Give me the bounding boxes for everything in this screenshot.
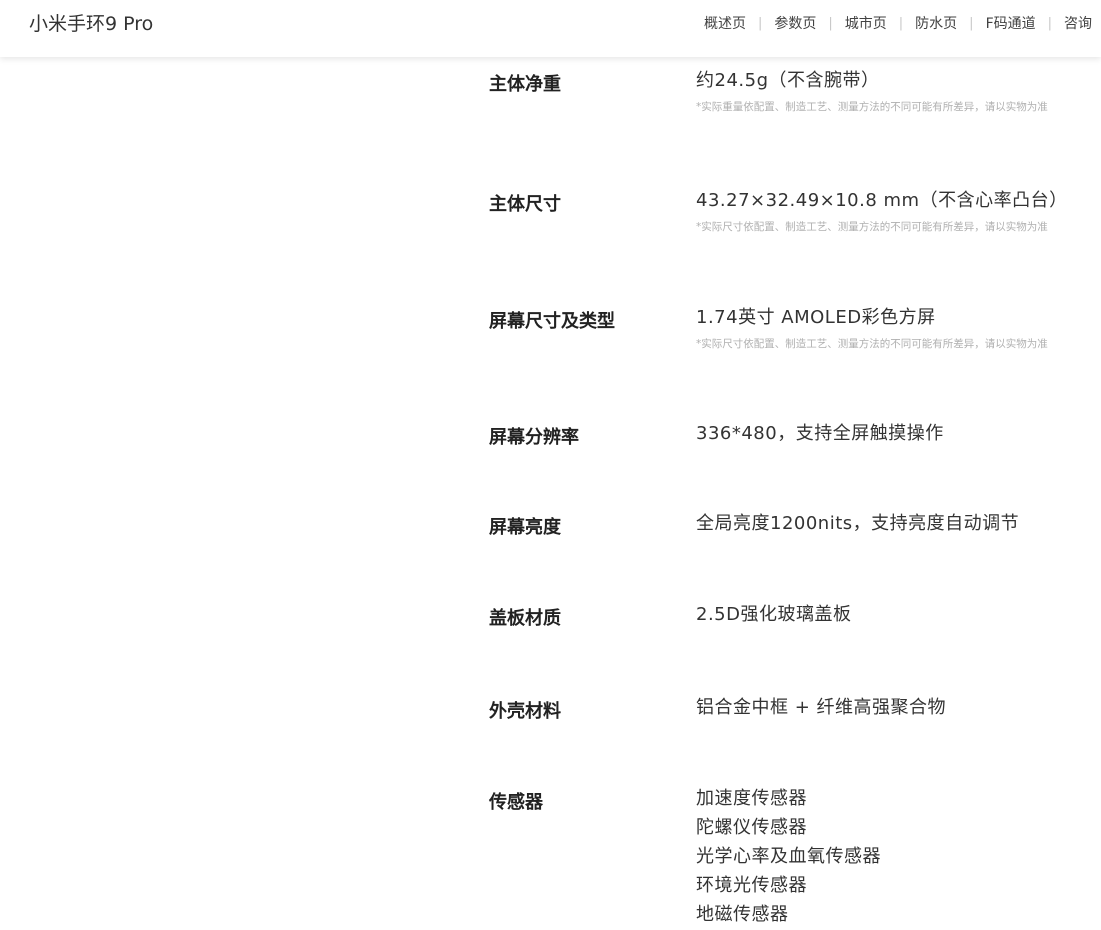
spec-values: 43.27×32.49×10.8 mm（不含心率凸台） *实际尺寸依配置、制造工… xyxy=(696,190,1068,234)
spec-value: 地磁传感器 xyxy=(696,904,789,925)
nav-separator: | xyxy=(758,15,763,31)
top-nav: 概述页 | 参数页 | 城市页 | 防水页 | F码通道 | 咨询 xyxy=(704,13,1092,33)
spec-label: 屏幕分辨率 xyxy=(489,427,579,448)
nav-item-consult[interactable]: 咨询 xyxy=(1064,13,1092,33)
spec-note: *实际重量依配置、制造工艺、测量方法的不同可能有所差异，请以实物为准 xyxy=(696,101,1048,113)
spec-value: 光学心率及血氧传感器 xyxy=(696,846,881,867)
nav-separator: | xyxy=(1047,15,1053,31)
nav-item-fcode[interactable]: F码通道 xyxy=(986,13,1036,33)
nav-item-specs[interactable]: 参数页 xyxy=(774,13,816,33)
spec-label: 外壳材料 xyxy=(489,701,561,722)
spec-label: 主体尺寸 xyxy=(489,194,561,215)
nav-separator: | xyxy=(898,15,904,31)
spec-note: *实际尺寸依配置、制造工艺、测量方法的不同可能有所差异，请以实物为准 xyxy=(696,221,1048,233)
spec-label: 主体净重 xyxy=(489,74,561,95)
spec-label: 屏幕亮度 xyxy=(489,517,561,538)
spec-value: 全局亮度1200nits，支持亮度自动调节 xyxy=(696,513,1020,534)
nav-item-city[interactable]: 城市页 xyxy=(845,13,887,33)
spec-value: 陀螺仪传感器 xyxy=(696,817,807,838)
spec-value: 加速度传感器 xyxy=(696,788,807,809)
spec-values: 加速度传感器 陀螺仪传感器 光学心率及血氧传感器 环境光传感器 地磁传感器 xyxy=(696,788,881,929)
spec-values: 336*480，支持全屏触摸操作 xyxy=(696,423,944,448)
spec-values: 2.5D强化玻璃盖板 xyxy=(696,604,852,629)
spec-value: 环境光传感器 xyxy=(696,875,807,896)
nav-item-waterproof[interactable]: 防水页 xyxy=(915,13,957,33)
spec-label: 传感器 xyxy=(489,792,543,813)
spec-label: 屏幕尺寸及类型 xyxy=(489,311,615,332)
spec-values: 约24.5g（不含腕带） *实际重量依配置、制造工艺、测量方法的不同可能有所差异… xyxy=(696,70,1048,114)
spec-values: 全局亮度1200nits，支持亮度自动调节 xyxy=(696,513,1019,538)
spec-value: 2.5D强化玻璃盖板 xyxy=(696,604,852,625)
nav-separator: | xyxy=(969,15,974,31)
spec-note: *实际尺寸依配置、制造工艺、测量方法的不同可能有所差异，请以实物为准 xyxy=(696,338,1048,350)
spec-value: 约24.5g（不含腕带） xyxy=(696,70,880,91)
brand-title[interactable]: 小米手环9 Pro xyxy=(29,9,153,36)
spec-label: 盖板材质 xyxy=(489,608,561,629)
nav-separator: | xyxy=(828,15,833,31)
top-header: 小米手环9 Pro 概述页 | 参数页 | 城市页 | 防水页 | F码通道 |… xyxy=(0,0,1101,57)
spec-value: 铝合金中框 + 纤维高强聚合物 xyxy=(696,697,947,718)
spec-value: 43.27×32.49×10.8 mm（不含心率凸台） xyxy=(696,190,1068,211)
spec-values: 铝合金中框 + 纤维高强聚合物 xyxy=(696,697,946,722)
nav-item-overview[interactable]: 概述页 xyxy=(704,13,746,33)
spec-value: 336*480，支持全屏触摸操作 xyxy=(696,423,944,444)
spec-values: 1.74英寸 AMOLED彩色方屏 *实际尺寸依配置、制造工艺、测量方法的不同可… xyxy=(696,307,1048,351)
spec-value: 1.74英寸 AMOLED彩色方屏 xyxy=(696,307,936,328)
